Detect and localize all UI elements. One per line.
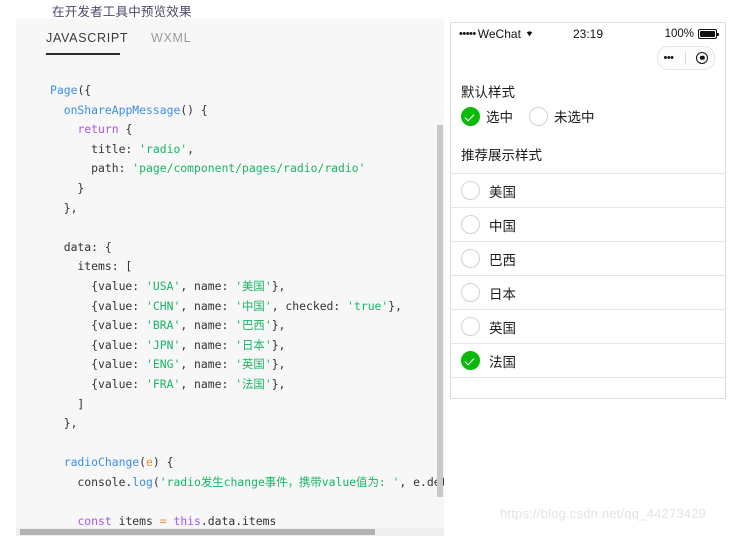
phone-preview: ••••• WeChat 23:19 100% ••• 默认样式 选中 未选中 推… — [450, 22, 726, 399]
phone-statusbar: ••••• WeChat 23:19 100% — [451, 23, 725, 45]
radio-list-item[interactable]: 巴西 — [451, 242, 725, 276]
code-content: Page({ onShareAppMessage() { return { ti… — [50, 83, 444, 529]
default-radio-label: 选中 — [486, 110, 513, 125]
code-vertical-scrollbar-thumb[interactable] — [437, 125, 443, 497]
battery-icon — [698, 29, 719, 39]
radio-list-item-label: 巴西 — [489, 252, 516, 268]
radio-list-item[interactable]: 中国 — [451, 208, 725, 242]
active-tab-indicator — [46, 53, 120, 55]
more-menu-icon[interactable]: ••• — [663, 52, 674, 64]
radio-unchecked-icon[interactable] — [461, 215, 480, 234]
default-radio-option-0[interactable]: 选中 — [461, 106, 513, 126]
radio-list-item[interactable]: 法国 — [451, 344, 725, 378]
default-style-title: 默认样式 — [461, 85, 515, 100]
radio-unchecked-icon[interactable] — [461, 181, 480, 200]
radio-list-item-label: 法国 — [489, 354, 516, 370]
radio-unchecked-icon[interactable] — [461, 283, 480, 302]
default-radio-label: 未选中 — [554, 110, 595, 125]
tab-wxml[interactable]: WXML — [151, 31, 191, 45]
radio-checked-icon[interactable] — [461, 351, 480, 370]
watermark: https://blog.csdn.net/qq_44273429 — [500, 506, 707, 521]
wechat-capsule-button[interactable]: ••• — [657, 46, 715, 70]
page-heading: 在开发者工具中预览效果 — [52, 5, 192, 19]
statusbar-time: 23:19 — [572, 27, 604, 41]
code-horizontal-scrollbar-track[interactable] — [16, 528, 444, 536]
code-editor-area[interactable]: Page({ onShareAppMessage() { return { ti… — [16, 71, 444, 529]
recommended-radio-list: 美国中国巴西日本英国法国 — [451, 173, 725, 378]
radio-list-item-label: 美国 — [489, 184, 516, 200]
radio-unchecked-icon[interactable] — [461, 317, 480, 336]
radio-unchecked-icon[interactable] — [529, 106, 548, 126]
capsule-row: ••• — [451, 45, 725, 71]
tab-javascript[interactable]: JAVASCRIPT — [46, 31, 128, 45]
code-panel: JAVASCRIPT WXML Page({ onShareAppMessage… — [16, 19, 444, 536]
code-tabbar: JAVASCRIPT WXML — [16, 19, 444, 59]
recommended-style-title: 推荐展示样式 — [461, 148, 542, 163]
close-target-icon[interactable] — [696, 52, 709, 64]
radio-checked-icon[interactable] — [461, 106, 480, 126]
radio-unchecked-icon[interactable] — [461, 249, 480, 268]
code-vertical-scrollbar-track[interactable] — [436, 71, 444, 529]
radio-list-item-label: 英国 — [489, 320, 516, 336]
radio-list-item[interactable]: 日本 — [451, 276, 725, 310]
radio-list-item-label: 日本 — [489, 286, 516, 302]
code-horizontal-scrollbar-thumb[interactable] — [20, 529, 375, 535]
radio-list-item[interactable]: 英国 — [451, 310, 725, 344]
radio-list-item[interactable]: 美国 — [451, 174, 725, 208]
capsule-divider — [684, 52, 686, 64]
radio-list-item-label: 中国 — [489, 218, 516, 234]
default-radio-option-1[interactable]: 未选中 — [529, 106, 595, 126]
default-style-radio-group: 选中 未选中 — [451, 106, 725, 126]
